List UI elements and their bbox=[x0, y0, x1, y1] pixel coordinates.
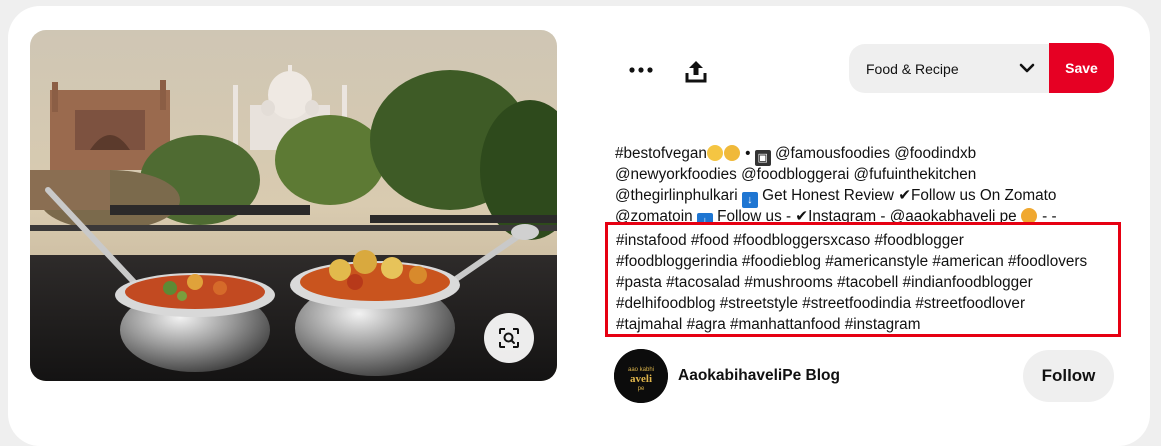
chevron-down-icon bbox=[1019, 63, 1035, 73]
pin-image[interactable] bbox=[30, 30, 557, 381]
description-line: @newyorkfoodies @foodbloggerai @fufuinth… bbox=[615, 166, 977, 183]
hashtag-line[interactable]: #instafood #food #foodbloggersxcaso #foo… bbox=[616, 230, 1118, 251]
share-upload-icon bbox=[685, 61, 707, 83]
follow-button[interactable]: Follow bbox=[1023, 350, 1114, 402]
svg-text:pe: pe bbox=[638, 386, 645, 392]
description-text: • bbox=[740, 145, 755, 162]
description-text: Get Honest Review ✔Follow us On Zomato bbox=[757, 187, 1057, 204]
board-selector[interactable]: Food & Recipe bbox=[849, 44, 1051, 93]
description-text: #bestofvegan bbox=[615, 145, 707, 162]
hashtag-line[interactable]: #delhifoodblog #streetstyle #streetfoodi… bbox=[616, 293, 1118, 314]
hashtag-list: #instafood #food #foodbloggersxcaso #foo… bbox=[605, 222, 1121, 337]
more-dots-icon bbox=[629, 67, 653, 73]
hashtag-line[interactable]: #foodbloggerindia #foodieblog #americans… bbox=[616, 251, 1118, 272]
description-text: @thegirlinphulkari bbox=[615, 187, 742, 204]
hashtag-line[interactable]: #pasta #tacosalad #mushrooms #tacobell #… bbox=[616, 272, 1118, 293]
board-selector-label: Food & Recipe bbox=[866, 60, 959, 77]
visual-search-button[interactable] bbox=[484, 313, 534, 363]
more-options-button[interactable] bbox=[619, 52, 663, 88]
svg-text:aveli: aveli bbox=[630, 373, 652, 385]
description-text: @famousfoodies @foodindxb bbox=[770, 145, 977, 162]
creator-avatar[interactable]: aao kabhi aveli pe bbox=[614, 349, 668, 403]
save-button[interactable]: Save bbox=[1049, 43, 1114, 93]
share-button[interactable] bbox=[677, 52, 715, 90]
pin-description: #bestofvegan • ▣ @famousfoodies @foodind… bbox=[615, 143, 1115, 227]
creator-name-link[interactable]: AaokabihaveliPe Blog bbox=[678, 367, 840, 385]
description-line: @thegirlinphulkari ↓ Get Honest Review ✔… bbox=[615, 185, 1115, 208]
description-line: #bestofvegan • ▣ @famousfoodies @foodind… bbox=[615, 143, 1115, 166]
hashtag-line[interactable]: #tajmahal #agra #manhattanfood #instagra… bbox=[616, 314, 1118, 335]
visual-search-icon bbox=[499, 328, 519, 348]
scream-emoji-icon bbox=[723, 145, 740, 161]
yum-emoji-icon bbox=[706, 145, 723, 161]
